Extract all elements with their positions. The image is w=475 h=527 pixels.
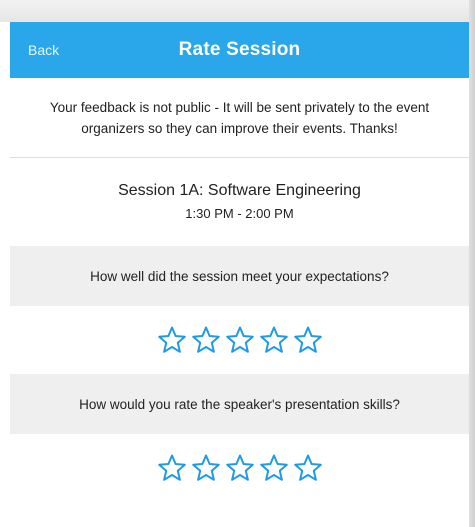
- star-outline-icon[interactable]: [225, 453, 255, 483]
- session-time: 1:30 PM - 2:00 PM: [185, 206, 294, 221]
- navigation-bar: Back Rate Session: [10, 22, 469, 78]
- star-outline-icon[interactable]: [191, 325, 221, 355]
- window-edge: [469, 0, 475, 527]
- star-outline-icon[interactable]: [259, 325, 289, 355]
- rate-session-view: Back Rate Session Your feedback is not p…: [10, 22, 469, 527]
- star-outline-icon[interactable]: [157, 325, 187, 355]
- star-outline-icon[interactable]: [157, 453, 187, 483]
- question-presentation-skills: How would you rate the speaker's present…: [10, 374, 469, 434]
- question-expectations: How well did the session meet your expec…: [10, 246, 469, 306]
- session-name: Session 1A: Software Engineering: [118, 182, 361, 199]
- screen: Back Rate Session Your feedback is not p…: [0, 0, 475, 527]
- star-outline-icon[interactable]: [225, 325, 255, 355]
- star-outline-icon[interactable]: [259, 453, 289, 483]
- star-outline-icon[interactable]: [293, 325, 323, 355]
- top-strip: [0, 0, 475, 22]
- privacy-notice: Your feedback is not public - It will be…: [10, 78, 469, 158]
- session-info: Session 1A: Software Engineering 1:30 PM…: [10, 158, 469, 246]
- rating-presentation-skills: [10, 434, 469, 502]
- star-outline-icon[interactable]: [191, 453, 221, 483]
- page-title: Rate Session: [178, 39, 301, 60]
- back-button[interactable]: Back: [28, 22, 59, 78]
- star-outline-icon[interactable]: [293, 453, 323, 483]
- rating-expectations: [10, 306, 469, 374]
